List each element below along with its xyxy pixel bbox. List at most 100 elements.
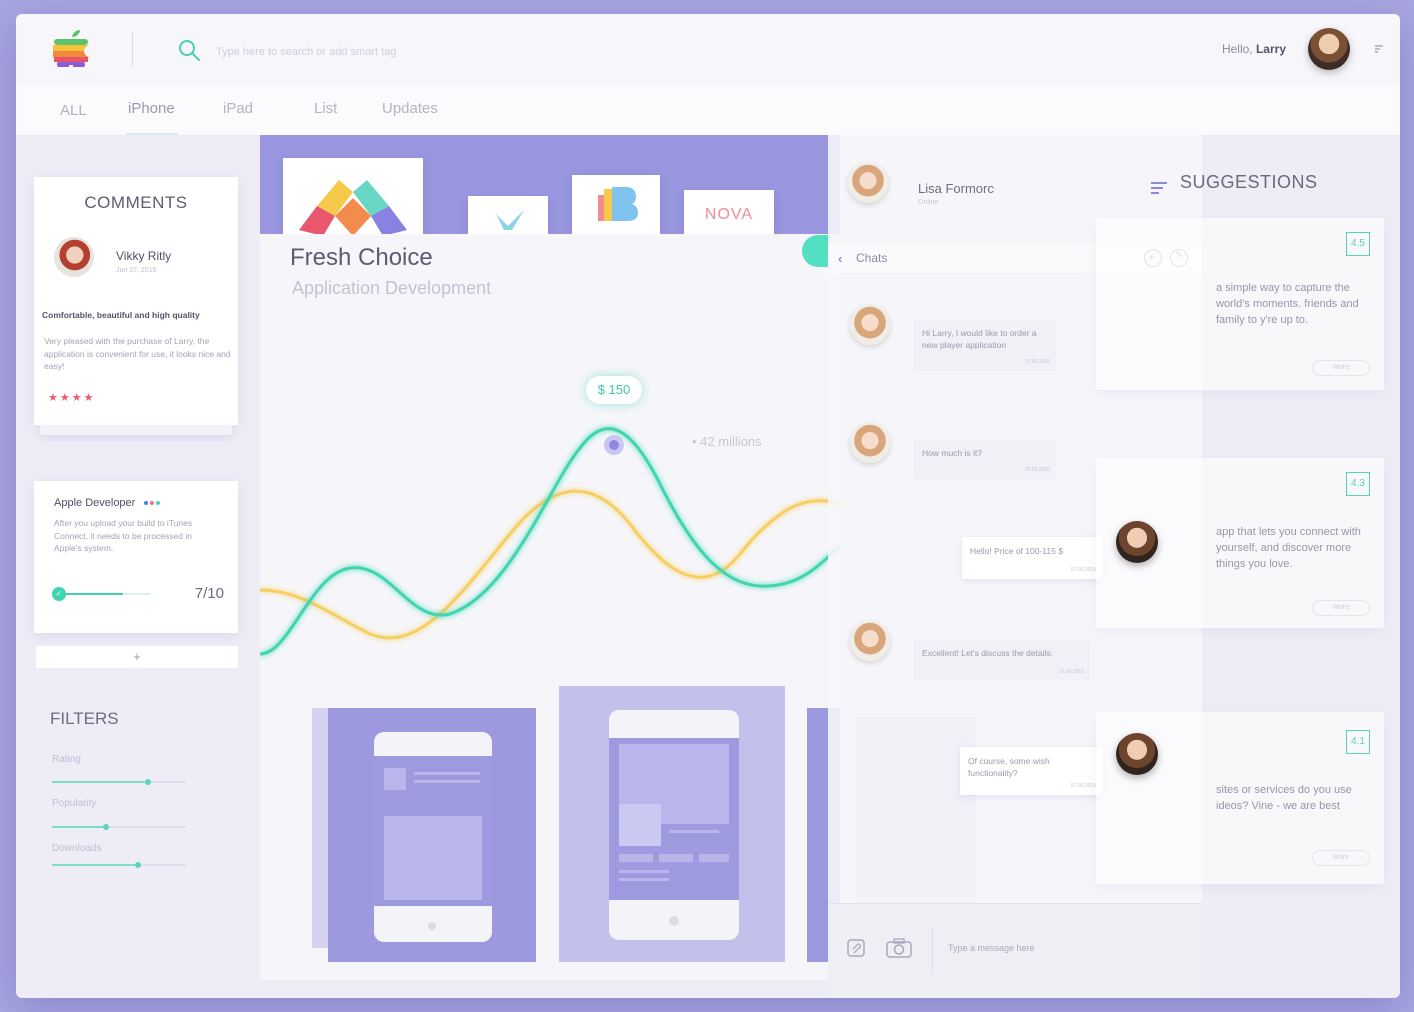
suggestion-text: sites or services do you use ideos? Vine… [1216, 784, 1352, 812]
yellow-trend-line [260, 489, 840, 640]
nova-app-icon[interactable]: NOVA [684, 190, 774, 236]
user-name: Larry [1255, 42, 1286, 56]
suggestion-more-button[interactable]: More [1312, 360, 1370, 376]
attach-file-icon[interactable] [846, 938, 866, 958]
suggestion-avatar[interactable] [1116, 733, 1158, 775]
filter-popularity-slider[interactable] [52, 824, 186, 830]
message-bubble: Hi Larry, I would like to order a new pl… [914, 319, 1056, 371]
filter-rating-fill [52, 781, 149, 783]
fresh-choice-app-icon[interactable] [283, 158, 423, 236]
app-window: Hello, Larry ALL iPhone iPad List Update… [16, 14, 1400, 998]
commenter-avatar[interactable] [54, 237, 94, 277]
suggestion-card-1[interactable]: 4.5 a simple way to capture the world's … [1096, 218, 1384, 390]
chart-point[interactable] [609, 440, 619, 450]
suggestion-rating: 4.5 [1346, 232, 1370, 256]
message-input[interactable] [948, 940, 1168, 956]
tab-block [699, 854, 729, 862]
message-time: 07.06.2016 [1024, 359, 1050, 365]
commenter-name: Vikky Ritly [116, 249, 172, 263]
ghost-card [856, 717, 976, 897]
dots-icon[interactable] [142, 497, 161, 509]
suggestion-text: app that lets you connect with yourself,… [1216, 526, 1361, 570]
tab-list[interactable]: List [314, 100, 337, 117]
dot-blue [144, 501, 149, 506]
message-avatar [850, 305, 890, 345]
menu-icon[interactable] [1374, 44, 1384, 54]
image-block [384, 816, 482, 900]
message-bubble: How much is it? 07.06.2016 [914, 439, 1056, 479]
message-time: 07.06.2016 [1070, 783, 1096, 789]
screenshot-card-2[interactable] [559, 686, 785, 962]
search-icon[interactable] [177, 38, 201, 62]
camera-icon[interactable] [886, 938, 912, 958]
filter-downloads-knob[interactable] [134, 862, 141, 868]
suggestion-text: a simple way to capture the world's mome… [1216, 282, 1359, 326]
tab-block [659, 854, 693, 862]
message-avatar [850, 621, 890, 661]
filter-downloads-fill [52, 864, 138, 866]
filter-rating-slider[interactable] [52, 779, 186, 785]
apple-logo-icon[interactable] [52, 28, 90, 68]
message-time: 07.06.2016 [1058, 669, 1084, 675]
home-button [428, 922, 436, 930]
filter-downloads-slider[interactable] [52, 862, 186, 868]
apple-card-body: After you upload your build to iTunes Co… [54, 518, 193, 553]
message-text: How much is it? [922, 448, 982, 458]
tab-updates[interactable]: Updates [382, 100, 438, 117]
apple-developer-card: Apple Developer After you upload your bu… [34, 481, 238, 633]
device-shadow-card [312, 708, 328, 948]
nova-label: NOVA [704, 206, 754, 223]
text-line [414, 772, 480, 775]
comments-title: COMMENTS [84, 193, 188, 212]
screenshot-card-1[interactable] [328, 708, 536, 962]
filter-downloads-label: Downloads [52, 843, 102, 854]
chats-label: Chats [856, 251, 888, 265]
suggestion-more-button[interactable]: More [1312, 850, 1370, 866]
fresh-choice-logo-icon [299, 180, 407, 236]
message-bubble-outgoing: Of course, some wish functionality? 07.0… [960, 747, 1102, 795]
home-button [669, 916, 679, 926]
millions-label: • 42 millions [692, 434, 762, 449]
phone-screen-1 [374, 756, 492, 906]
progress-track [60, 593, 150, 595]
suggestion-more-button[interactable]: More [1312, 600, 1370, 616]
add-card-button[interactable]: + [36, 646, 238, 668]
filter-popularity-fill [52, 826, 106, 828]
user-avatar[interactable] [1308, 28, 1350, 70]
comments-card: COMMENTS Vikky Ritly Jun 27, 2016 Comfor… [34, 177, 238, 435]
filter-rating-knob[interactable] [145, 779, 152, 785]
suggestion-rating: 4.3 [1346, 472, 1370, 496]
search-input[interactable] [216, 42, 536, 62]
bird-logo-icon [496, 210, 524, 230]
user-greeting: Hello, Larry [1222, 42, 1286, 56]
apple-card-title-text: Apple Developer [54, 497, 136, 509]
contact-avatar[interactable] [848, 163, 888, 203]
tab-all[interactable]: ALL [60, 102, 87, 119]
apple-card-title: Apple Developer [54, 497, 161, 509]
thumb-block [619, 804, 661, 846]
panel-toggle-handle[interactable] [802, 235, 830, 267]
suggestion-avatar[interactable] [1116, 521, 1158, 563]
filter-popularity-knob[interactable] [102, 824, 109, 830]
phone-screen-2 [609, 738, 739, 900]
message-text: Hi Larry, I would like to order a new pl… [922, 328, 1037, 350]
message-avatar [850, 423, 890, 463]
bird-app-icon[interactable] [468, 196, 548, 236]
dot-green [156, 501, 161, 506]
message-time: 07.06.2016 [1024, 467, 1050, 473]
message-text: Hello! Price of 100-115 $ [970, 546, 1063, 556]
hamburger-menu-icon[interactable] [1150, 181, 1168, 195]
contact-status: Online [918, 199, 939, 206]
tab-bar: ALL iPhone iPad List Updates [16, 86, 1400, 136]
text-line [619, 870, 669, 873]
review-title: Comfortable, beautiful and high quality [42, 310, 200, 320]
b-app-icon[interactable] [572, 175, 660, 236]
message-text: Of course, some wish functionality? [968, 756, 1050, 778]
tab-iphone[interactable]: iPhone [128, 100, 175, 117]
rating-stars: ★★★★ [48, 392, 96, 404]
back-arrow-icon[interactable]: ‹ [838, 251, 842, 266]
tab-ipad[interactable]: iPad [223, 100, 253, 117]
message-text: Excellent! Let's discuss the details. [922, 648, 1054, 658]
filters-title: FILTERS [50, 709, 119, 728]
check-icon[interactable]: ✓ [52, 587, 66, 601]
